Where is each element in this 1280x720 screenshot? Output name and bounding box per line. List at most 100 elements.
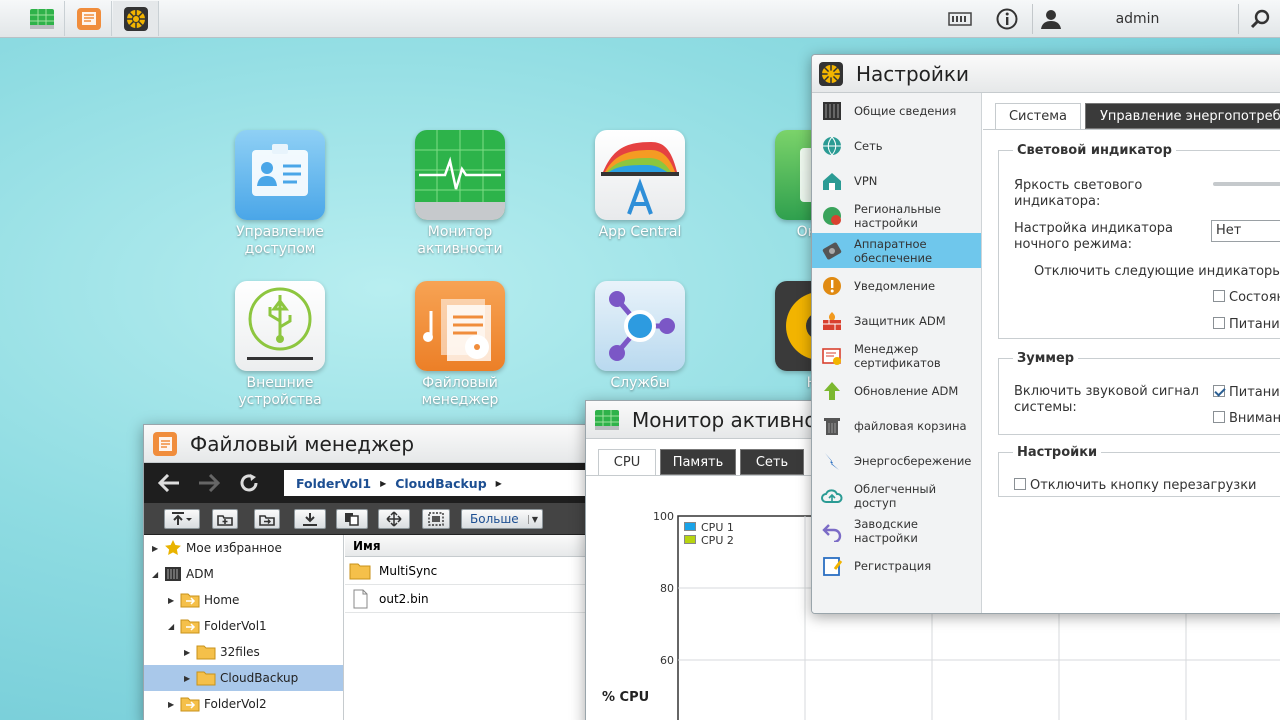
tree-item-cloudbackup[interactable]: ▶ CloudBackup <box>144 665 343 691</box>
settings-sidebar: Общие сведения Сеть VPN Региональные настро… <box>812 93 982 613</box>
vpn-house-icon <box>820 169 844 193</box>
copy-button[interactable] <box>336 509 368 529</box>
nas-device-icon <box>165 567 181 581</box>
expand-arrow-icon[interactable]: ▶ <box>184 674 196 683</box>
tree-item-adm[interactable]: ◢ ADM <box>144 561 343 587</box>
chart-legend: CPU 1 CPU 2 <box>684 521 734 547</box>
sidebar-item[interactable]: VPN <box>812 163 981 198</box>
tree-item-label: FolderVol2 <box>204 697 267 711</box>
tab-network[interactable]: Сеть <box>740 449 804 475</box>
collapse-arrow-icon[interactable]: ◢ <box>152 570 164 579</box>
tree-item-32files[interactable]: ▶ 32files <box>144 639 343 665</box>
taskbar-settings[interactable] <box>113 1 159 36</box>
breadcrumb-item[interactable]: FolderVol1 <box>296 476 371 491</box>
username[interactable]: admin <box>1080 0 1195 37</box>
checkbox[interactable] <box>1213 317 1225 329</box>
search-icon[interactable] <box>1246 0 1274 37</box>
file-manager-icon <box>153 431 177 456</box>
expand-arrow-icon[interactable]: ▶ <box>168 700 180 709</box>
tree-item-foldervol2[interactable]: ▶ FolderVol2 <box>144 691 343 717</box>
forward-arrow-icon[interactable] <box>198 474 220 492</box>
led-option-status[interactable]: Состоян <box>1213 290 1280 305</box>
sidebar-item[interactable]: Уведомление <box>812 268 981 303</box>
breadcrumb-item[interactable]: CloudBackup <box>395 476 486 491</box>
expand-arrow-icon[interactable]: ▶ <box>152 544 164 553</box>
tab-label: Память <box>672 454 724 470</box>
legend-label: CPU 2 <box>701 534 734 547</box>
night-mode-select[interactable]: Нет <box>1211 220 1280 242</box>
upload-button[interactable] <box>164 509 200 529</box>
sidebar-item[interactable]: Заводские настройки <box>812 513 981 548</box>
column-header-name[interactable]: Имя <box>345 535 602 557</box>
tree-item-favorites[interactable]: ▶ Мое избранное <box>144 535 343 561</box>
buzzer-option-power[interactable]: Питание <box>1213 385 1280 400</box>
sidebar-item[interactable]: Обновление ADM <box>812 373 981 408</box>
certificate-icon <box>820 344 844 368</box>
desktop-icon-label: Монитор активности <box>417 224 503 257</box>
new-folder-button[interactable] <box>212 509 238 529</box>
sidebar-item[interactable]: Общие сведения <box>812 93 981 128</box>
registration-icon <box>820 554 844 578</box>
settings-titlebar[interactable]: Настройки <box>812 55 1280 93</box>
desktop-icon-services[interactable]: Службы <box>565 281 715 392</box>
desktop-icon-app-central[interactable]: App Central <box>565 130 715 241</box>
settings-icon <box>123 6 148 31</box>
sidebar-item-label: Общие сведения <box>854 103 957 118</box>
led-option-power[interactable]: Питание <box>1213 317 1280 332</box>
sidebar-item[interactable]: Защитник ADM <box>812 303 981 338</box>
info-icon[interactable] <box>992 0 1022 37</box>
expand-arrow-icon[interactable]: ▶ <box>184 648 196 657</box>
select-all-button[interactable] <box>422 509 450 529</box>
more-button[interactable]: Больше ▼ <box>461 509 543 529</box>
collapse-arrow-icon[interactable]: ◢ <box>168 622 180 631</box>
disable-reboot-option[interactable]: Отключить кнопку перезагрузки <box>1014 478 1257 493</box>
expand-arrow-icon[interactable]: ▶ <box>168 596 180 605</box>
folder-icon <box>196 671 216 686</box>
tab-label: Система <box>1008 109 1068 124</box>
sidebar-item[interactable]: Энергосбережение <box>812 443 981 478</box>
move-button[interactable] <box>378 509 410 529</box>
file-row[interactable]: MultiSync <box>345 557 602 585</box>
buzzer-option-warning[interactable]: Внимани <box>1213 411 1280 426</box>
checkbox[interactable] <box>1213 290 1225 302</box>
checkbox-checked[interactable] <box>1213 385 1225 397</box>
hardware-icon <box>820 239 844 263</box>
sidebar-item[interactable]: Аппаратное обеспечение <box>812 233 981 268</box>
sidebar-item[interactable]: Облегченный доступ <box>812 478 981 513</box>
checkbox[interactable] <box>1213 411 1225 423</box>
checkbox[interactable] <box>1014 478 1026 490</box>
taskbar-file-manager[interactable] <box>66 1 112 36</box>
sidebar-item-label: Заводские настройки <box>854 516 919 545</box>
tree-item-home[interactable]: ▶ Home <box>144 587 343 613</box>
sidebar-item-label: Уведомление <box>854 278 936 293</box>
sidebar-item[interactable]: Менеджер сертификатов <box>812 338 981 373</box>
desktop-icon-file-manager[interactable]: Файловый менеджер <box>385 281 535 409</box>
file-manager-titlebar[interactable]: Файловый менеджер <box>144 425 602 463</box>
back-arrow-icon[interactable] <box>158 474 180 492</box>
storage-icon[interactable] <box>945 0 975 37</box>
firewall-icon <box>820 309 844 333</box>
move-to-folder-button[interactable] <box>254 509 280 529</box>
brightness-slider[interactable] <box>1213 182 1280 186</box>
brightness-label: Яркость светового индикатора: <box>1014 178 1143 209</box>
file-row[interactable]: out2.bin <box>345 585 602 613</box>
desktop-icon-access-control[interactable]: Управление доступом <box>205 130 355 258</box>
tab-system[interactable]: Система <box>995 103 1081 129</box>
user-icon[interactable] <box>1038 0 1064 37</box>
sidebar-item[interactable]: файловая корзина <box>812 408 981 443</box>
desktop-icon-activity-monitor[interactable]: Монитор активности <box>385 130 535 258</box>
download-button[interactable] <box>294 509 326 529</box>
taskbar-activity-monitor[interactable] <box>19 1 65 36</box>
file-manager-icon <box>76 7 101 30</box>
tab-power-management[interactable]: Управление энергопотребл <box>1085 103 1280 129</box>
tree-item-foldervol1[interactable]: ◢ FolderVol1 <box>144 613 343 639</box>
settings-window[interactable]: Настройки Общие сведения Сеть VPN Региональ… <box>811 54 1280 614</box>
desktop-icon-external-devices[interactable]: Внешние устройства <box>205 281 355 409</box>
sidebar-item[interactable]: Регистрация <box>812 548 981 583</box>
sidebar-item[interactable]: Сеть <box>812 128 981 163</box>
file-manager-window[interactable]: Файловый менеджер FolderVol1 ▶ CloudBack… <box>143 424 603 720</box>
refresh-icon[interactable] <box>238 472 260 494</box>
sidebar-item[interactable]: Региональные настройки <box>812 198 981 233</box>
tab-cpu[interactable]: CPU <box>598 449 656 475</box>
tab-memory[interactable]: Память <box>660 449 736 475</box>
